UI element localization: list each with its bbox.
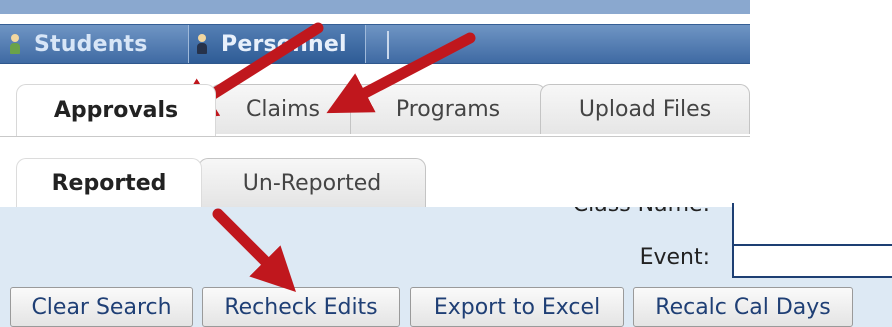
- recheck-edits-button[interactable]: Recheck Edits: [202, 287, 400, 327]
- nav-students[interactable]: Students: [8, 25, 148, 63]
- nav-personnel-label: Personnel: [221, 31, 347, 57]
- clear-search-button[interactable]: Clear Search: [10, 287, 193, 327]
- nav-personnel[interactable]: Personnel: [188, 25, 366, 63]
- tab-programs[interactable]: Programs: [350, 84, 546, 134]
- subtab-reported[interactable]: Reported: [16, 158, 202, 208]
- subtab-un-reported[interactable]: Un-Reported: [198, 158, 426, 208]
- class-name-label: Class Name:: [572, 192, 710, 217]
- student-icon: [8, 33, 22, 55]
- main-tabs: Claims Programs Upload Files Approvals: [0, 84, 750, 137]
- nav-divider: [387, 31, 389, 59]
- sub-tabs: Un-Reported Reported: [0, 158, 440, 208]
- search-form: Class Name: Event: Clear Search Recheck …: [0, 203, 892, 327]
- tab-approvals[interactable]: Approvals: [16, 84, 216, 136]
- top-strip: [0, 0, 750, 14]
- personnel-icon: [195, 33, 209, 55]
- top-gap: [0, 14, 750, 24]
- recalc-cal-days-button[interactable]: Recalc Cal Days: [633, 287, 853, 327]
- tab-claims[interactable]: Claims: [210, 84, 356, 134]
- export-to-excel-button[interactable]: Export to Excel: [410, 287, 624, 327]
- event-label: Event:: [639, 245, 710, 270]
- tab-upload-files[interactable]: Upload Files: [540, 84, 750, 134]
- event-input[interactable]: [732, 244, 892, 278]
- nav-students-label: Students: [34, 31, 148, 57]
- main-navbar: Students Personnel: [0, 24, 750, 64]
